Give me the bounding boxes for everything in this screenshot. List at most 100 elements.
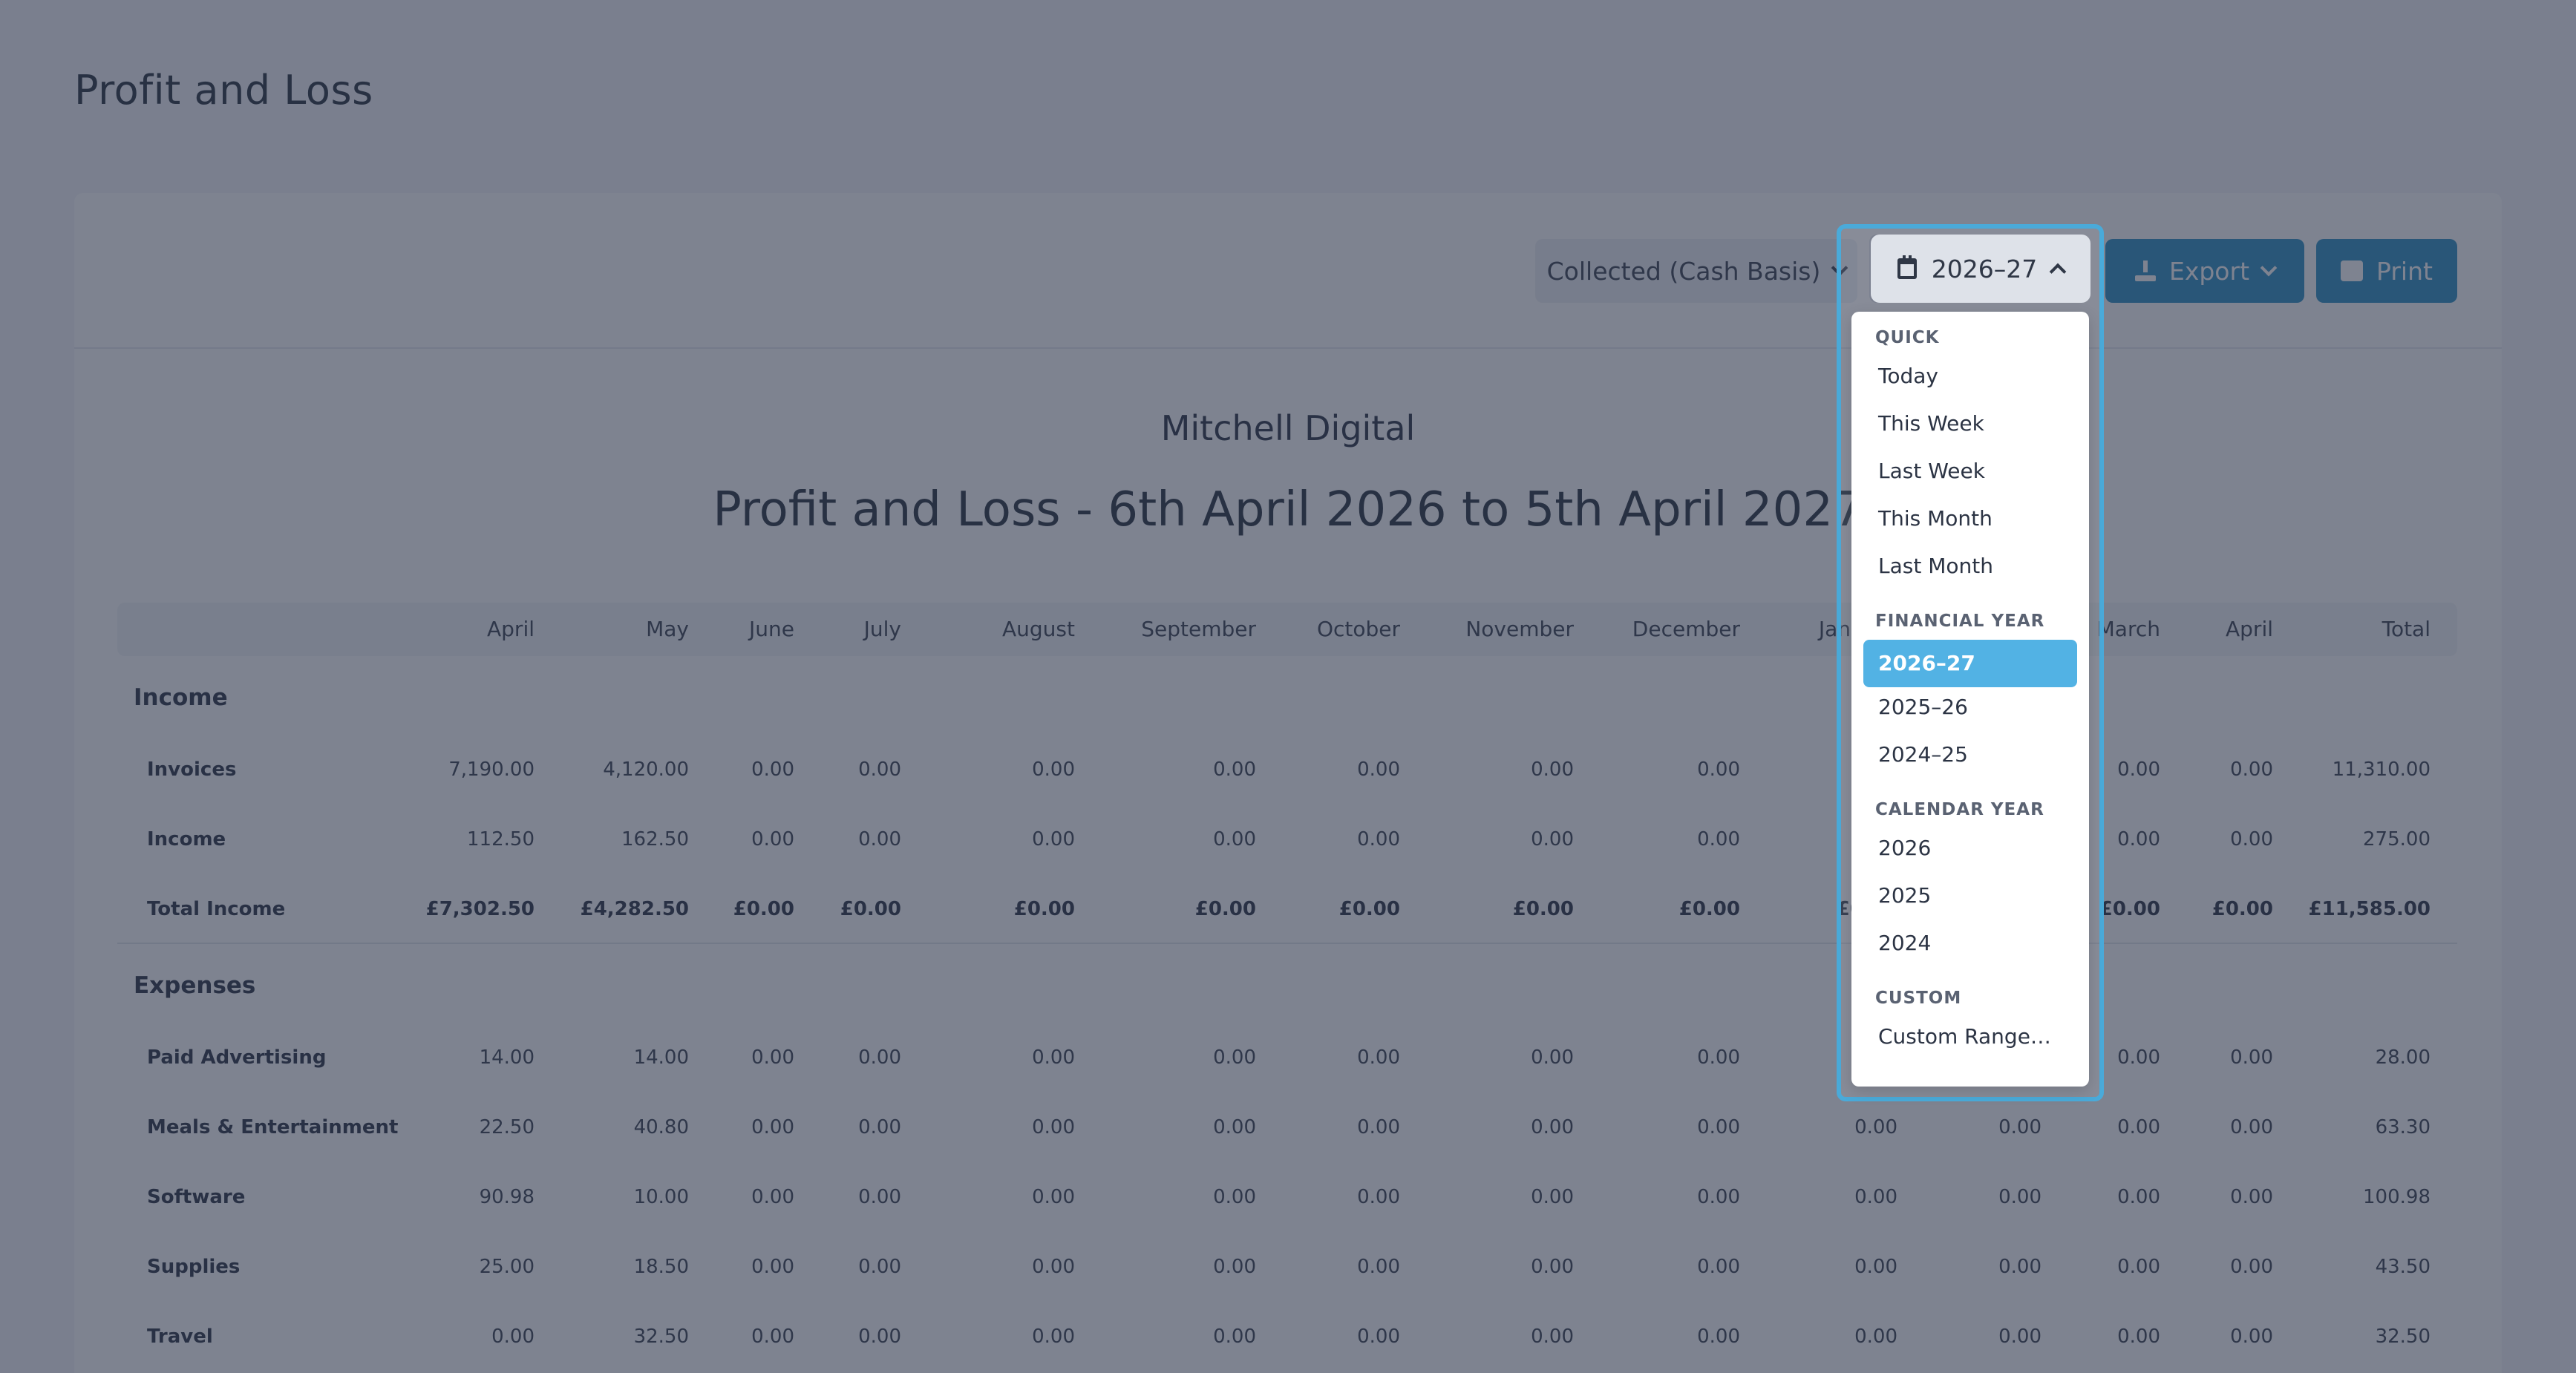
menu-group-heading: FINANCIAL YEAR xyxy=(1875,612,2045,631)
date-range-button[interactable]: 2026–27 xyxy=(1871,235,2090,303)
row-value: 0.00 xyxy=(858,1116,901,1138)
row-value: 0.00 xyxy=(1032,758,1075,781)
row-value: 0.00 xyxy=(1032,1326,1075,1348)
row-value: 0.00 xyxy=(1531,1046,1574,1069)
row-value: 0.00 xyxy=(1531,1256,1574,1278)
row-value: 0.00 xyxy=(1032,1046,1075,1069)
row-value: 0.00 xyxy=(1854,1256,1897,1278)
report-title: Profit and Loss - 6th April 2026 to 5th … xyxy=(713,482,1863,537)
calendar-icon xyxy=(1897,255,1917,279)
basis-select[interactable]: Collected (Cash Basis) xyxy=(1535,239,1857,303)
row-value: 0.00 xyxy=(858,1046,901,1069)
row-value: 0.00 xyxy=(1357,1186,1400,1208)
row-value: 11,310.00 xyxy=(2332,758,2430,781)
download-icon xyxy=(2134,260,2156,281)
row-value: 0.00 xyxy=(2230,828,2273,851)
row-value: 0.00 xyxy=(1998,1116,2041,1138)
menu-group-heading: CALENDAR YEAR xyxy=(1875,800,2044,819)
menu-item[interactable]: Custom Range… xyxy=(1878,1024,2051,1049)
row-label: Meals & Entertainment xyxy=(147,1116,399,1138)
total-value: £0.00 xyxy=(1678,898,1740,920)
row-value: 0.00 xyxy=(1032,1256,1075,1278)
basis-label: Collected (Cash Basis) xyxy=(1546,256,1821,286)
total-value: £0.00 xyxy=(2211,898,2273,920)
row-value: 0.00 xyxy=(1357,828,1400,851)
column-header: October xyxy=(1316,617,1400,641)
row-value: 100.98 xyxy=(2363,1186,2430,1208)
row-value: 0.00 xyxy=(1531,828,1574,851)
table-row: Software 90.98 10.00 0.00 0.00 0.00 0.00 0.00 0.… xyxy=(117,1162,2457,1232)
menu-item[interactable]: Last Month xyxy=(1878,554,1993,578)
row-value: 0.00 xyxy=(2230,1046,2273,1069)
chevron-down-icon xyxy=(2260,259,2278,277)
menu-item[interactable]: 2024–25 xyxy=(1878,742,1968,767)
row-label: Travel xyxy=(147,1326,213,1348)
table-row: Travel 0.00 32.50 0.00 0.00 0.00 0.00 0.00 0.00 0… xyxy=(117,1302,2457,1372)
menu-group-heading: CUSTOM xyxy=(1875,989,1962,1008)
row-value: 0.00 xyxy=(1854,1116,1897,1138)
row-value: 0.00 xyxy=(1697,1186,1740,1208)
total-value: £0.00 xyxy=(1338,898,1400,920)
row-value: 0.00 xyxy=(858,1186,901,1208)
row-value: 0.00 xyxy=(1854,1326,1897,1348)
row-label: Income xyxy=(147,828,226,851)
chevron-up-icon xyxy=(2049,263,2067,281)
income-heading: Income xyxy=(134,684,228,711)
date-range-label: 2026–27 xyxy=(1931,254,2038,284)
row-value: 0.00 xyxy=(1531,1116,1574,1138)
menu-item[interactable]: 2024 xyxy=(1878,931,1931,955)
total-label: Total Income xyxy=(147,898,286,920)
row-value: 7,190.00 xyxy=(448,758,535,781)
row-value: 0.00 xyxy=(1213,828,1256,851)
row-value: 0.00 xyxy=(2230,1116,2273,1138)
printer-icon xyxy=(2341,260,2364,281)
row-value: 0.00 xyxy=(858,1256,901,1278)
column-header: July xyxy=(863,617,901,641)
menu-item[interactable]: This Month xyxy=(1878,506,1993,531)
row-value: 0.00 xyxy=(1213,1256,1256,1278)
row-value: 275.00 xyxy=(2363,828,2430,851)
row-value: 0.00 xyxy=(1032,1186,1075,1208)
column-header: November xyxy=(1465,617,1574,641)
row-value: 0.00 xyxy=(2230,1326,2273,1348)
column-header: April xyxy=(487,617,535,641)
row-value: 0.00 xyxy=(491,1326,535,1348)
table-row: Supplies 25.00 18.50 0.00 0.00 0.00 0.00 0.00 0.… xyxy=(117,1232,2457,1302)
row-value: 0.00 xyxy=(1357,1326,1400,1348)
row-value: 0.00 xyxy=(1357,1046,1400,1069)
export-button[interactable]: Export xyxy=(2105,239,2304,303)
row-value: 0.00 xyxy=(1531,1326,1574,1348)
menu-item-selected[interactable]: 2026–27 xyxy=(1863,640,2077,687)
column-header: Total xyxy=(2382,617,2430,641)
row-value: 0.00 xyxy=(2230,1186,2273,1208)
row-value: 0.00 xyxy=(1213,1186,1256,1208)
row-value: 32.50 xyxy=(2375,1326,2430,1348)
menu-item[interactable]: 2025–26 xyxy=(1878,695,1968,719)
menu-item[interactable]: Last Week xyxy=(1878,459,1985,483)
column-header: April xyxy=(2226,617,2273,641)
row-value: 0.00 xyxy=(1213,1116,1256,1138)
toolbar: Collected (Cash Basis) 2026–27 Export Pr… xyxy=(74,193,2502,349)
menu-item[interactable]: 2026 xyxy=(1878,836,1931,860)
table-row: Paid Advertising 14.00 14.00 0.00 0.00 0.00 0.… xyxy=(117,1023,2457,1092)
menu-item[interactable]: Today xyxy=(1878,364,1938,388)
row-value: 0.00 xyxy=(858,828,901,851)
print-button[interactable]: Print xyxy=(2316,239,2457,303)
pl-table: April May June July August September October No… xyxy=(117,603,2457,1372)
row-value: 28.00 xyxy=(2375,1046,2430,1069)
row-value: 0.00 xyxy=(858,758,901,781)
company-name: Mitchell Digital xyxy=(1160,408,1416,448)
row-value: 0.00 xyxy=(1357,1116,1400,1138)
row-value: 0.00 xyxy=(1531,758,1574,781)
row-label: Paid Advertising xyxy=(147,1046,327,1069)
menu-item[interactable]: This Week xyxy=(1878,411,1984,436)
date-range-menu: QUICK Today This Week Last Week This Month La… xyxy=(1851,312,2089,1087)
menu-item[interactable]: 2025 xyxy=(1878,883,1931,908)
row-value: 0.00 xyxy=(1697,758,1740,781)
row-value: 0.00 xyxy=(1531,1186,1574,1208)
row-value: 0.00 xyxy=(1697,828,1740,851)
expenses-section-heading: Expenses xyxy=(117,944,2457,1023)
row-value: 0.00 xyxy=(1357,1256,1400,1278)
row-value: 0.00 xyxy=(1697,1116,1740,1138)
column-header: August xyxy=(1002,617,1075,641)
